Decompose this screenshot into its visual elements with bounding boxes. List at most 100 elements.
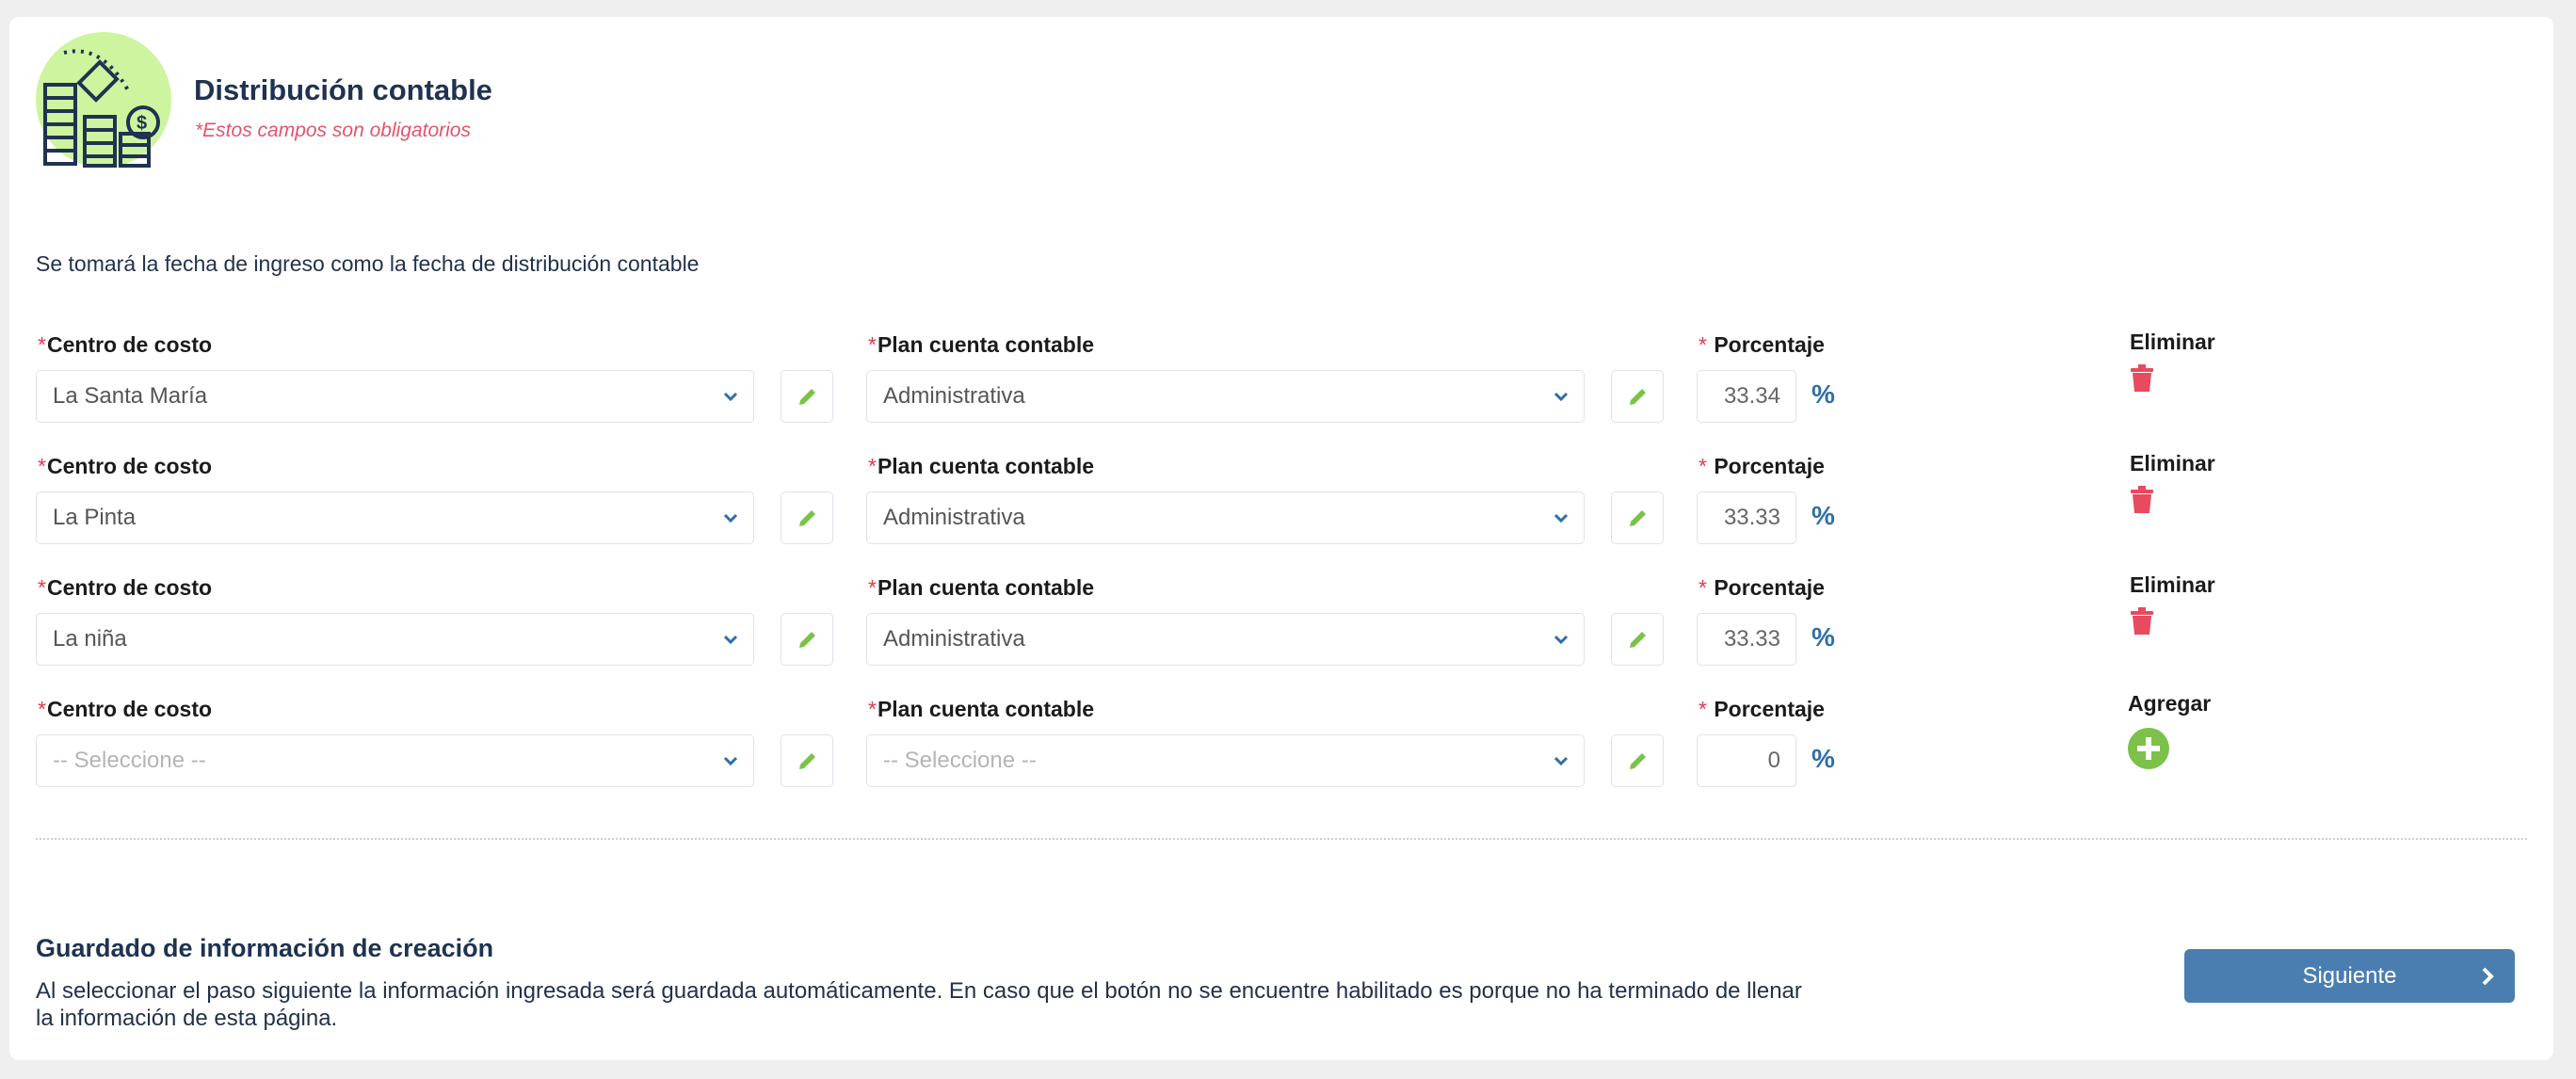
- pencil-icon: [799, 389, 815, 405]
- footer-description: Al seleccionar el paso siguiente la info…: [36, 978, 1802, 1031]
- percentage-label-text: Porcentaje: [1714, 454, 1825, 478]
- trash-icon[interactable]: [2130, 364, 2154, 393]
- coins-accounting-illustration-icon: $: [36, 32, 171, 168]
- chevron-down-icon: [723, 635, 738, 645]
- delete-label: Eliminar: [2130, 330, 2215, 354]
- percentage-input[interactable]: 33.33: [1697, 613, 1796, 666]
- edit-cost-center-button[interactable]: [781, 491, 833, 544]
- account-plan-label: *Plan cuenta contable: [868, 575, 1094, 601]
- required-mark: *: [1699, 697, 1707, 721]
- percentage-label: * Porcentaje: [1699, 454, 1825, 479]
- distribution-row: *Centro de costo La niña *Plan cuenta co…: [0, 566, 2576, 698]
- required-mark: *: [38, 454, 46, 478]
- footer-title: Guardado de información de creación: [36, 934, 494, 962]
- account-plan-label: *Plan cuenta contable: [868, 454, 1094, 479]
- next-button-label: Siguiente: [2302, 963, 2397, 989]
- percentage-label: * Porcentaje: [1699, 697, 1825, 722]
- percent-sign: %: [1811, 501, 1835, 530]
- edit-account-plan-button[interactable]: [1611, 370, 1664, 423]
- account-plan-label-text: Plan cuenta contable: [877, 575, 1095, 600]
- pencil-icon: [799, 753, 815, 769]
- cost-center-label: *Centro de costo: [38, 697, 212, 722]
- chevron-down-icon: [1554, 513, 1569, 523]
- chevron-down-icon: [723, 513, 738, 523]
- cost-center-label-text: Centro de costo: [46, 332, 213, 357]
- edit-cost-center-button[interactable]: [781, 613, 833, 666]
- account-plan-value: Administrativa: [883, 383, 1025, 409]
- cost-center-label: *Centro de costo: [38, 575, 212, 601]
- percent-sign: %: [1811, 744, 1835, 773]
- percentage-label: * Porcentaje: [1699, 332, 1825, 358]
- cost-center-select[interactable]: -- Seleccione --: [36, 734, 754, 787]
- delete-label: Eliminar: [2130, 572, 2215, 597]
- cost-center-label: *Centro de costo: [38, 454, 212, 479]
- pencil-icon: [1630, 632, 1646, 648]
- pencil-icon: [799, 510, 815, 526]
- cost-center-select[interactable]: La Pinta: [36, 491, 754, 544]
- cost-center-placeholder: -- Seleccione --: [53, 748, 206, 773]
- account-plan-label-text: Plan cuenta contable: [877, 697, 1095, 721]
- required-mark: *: [868, 454, 877, 478]
- distribution-row: *Centro de costo La Pinta *Plan cuenta c…: [0, 444, 2576, 576]
- account-plan-select[interactable]: Administrativa: [866, 613, 1585, 666]
- percentage-input[interactable]: 0: [1697, 734, 1796, 787]
- percentage-label-text: Porcentaje: [1714, 332, 1825, 357]
- percent-sign: %: [1811, 622, 1835, 652]
- chevron-down-icon: [1554, 392, 1569, 402]
- cost-center-value: La niña: [53, 626, 127, 652]
- pencil-icon: [1630, 753, 1646, 769]
- distribution-row: *Centro de costo La Santa María *Plan cu…: [0, 323, 2576, 455]
- cost-center-value: La Santa María: [53, 383, 208, 409]
- pencil-icon: [1630, 510, 1646, 526]
- percentage-label-text: Porcentaje: [1714, 575, 1825, 600]
- chevron-down-icon: [1554, 635, 1569, 645]
- required-mark: *: [868, 575, 877, 600]
- percentage-input[interactable]: 33.33: [1697, 491, 1796, 544]
- cost-center-label-text: Centro de costo: [46, 697, 213, 721]
- required-mark: *: [1699, 454, 1707, 478]
- chevron-down-icon: [723, 392, 738, 402]
- cost-center-select[interactable]: La Santa María: [36, 370, 754, 423]
- edit-cost-center-button[interactable]: [781, 734, 833, 787]
- account-plan-select[interactable]: Administrativa: [866, 491, 1585, 544]
- account-plan-label: *Plan cuenta contable: [868, 697, 1094, 722]
- chevron-down-icon: [1554, 756, 1569, 766]
- percentage-input[interactable]: 33.34: [1697, 370, 1796, 423]
- pencil-icon: [799, 632, 815, 648]
- cost-center-select[interactable]: La niña: [36, 613, 754, 666]
- cost-center-value: La Pinta: [53, 505, 137, 530]
- edit-account-plan-button[interactable]: [1611, 613, 1664, 666]
- section-divider: [36, 838, 2527, 840]
- cost-center-label: *Centro de costo: [38, 332, 212, 358]
- chevron-right-icon: [2482, 967, 2494, 986]
- delete-label: Eliminar: [2130, 451, 2215, 475]
- required-mark: *: [38, 332, 46, 357]
- intro-text: Se tomará la fecha de ingreso como la fe…: [36, 251, 700, 276]
- required-mark: *: [38, 575, 46, 600]
- edit-cost-center-button[interactable]: [781, 370, 833, 423]
- edit-account-plan-button[interactable]: [1611, 491, 1664, 544]
- chevron-down-icon: [723, 756, 738, 766]
- pencil-icon: [1630, 389, 1646, 405]
- required-mark: *: [1699, 332, 1707, 357]
- account-plan-value: Administrativa: [883, 626, 1025, 652]
- account-plan-label: *Plan cuenta contable: [868, 332, 1094, 358]
- required-mark: *: [868, 332, 877, 357]
- svg-text:$: $: [137, 113, 147, 134]
- distribution-row-new: *Centro de costo -- Seleccione -- *Plan …: [0, 687, 2576, 819]
- required-mark: *: [1699, 575, 1707, 600]
- trash-icon[interactable]: [2130, 486, 2154, 514]
- next-button[interactable]: Siguiente: [2184, 949, 2515, 1003]
- page-title: Distribución contable: [194, 73, 492, 106]
- add-row-icon[interactable]: [2128, 728, 2169, 769]
- account-plan-select[interactable]: -- Seleccione --: [866, 734, 1585, 787]
- percent-sign: %: [1811, 379, 1835, 409]
- account-plan-placeholder: -- Seleccione --: [883, 748, 1037, 773]
- percentage-label-text: Porcentaje: [1714, 697, 1825, 721]
- edit-account-plan-button[interactable]: [1611, 734, 1664, 787]
- required-mark: *: [868, 697, 877, 721]
- account-plan-select[interactable]: Administrativa: [866, 370, 1585, 423]
- account-plan-value: Administrativa: [883, 505, 1025, 530]
- required-fields-note: *Estos campos son obligatorios: [195, 120, 471, 141]
- trash-icon[interactable]: [2130, 607, 2154, 636]
